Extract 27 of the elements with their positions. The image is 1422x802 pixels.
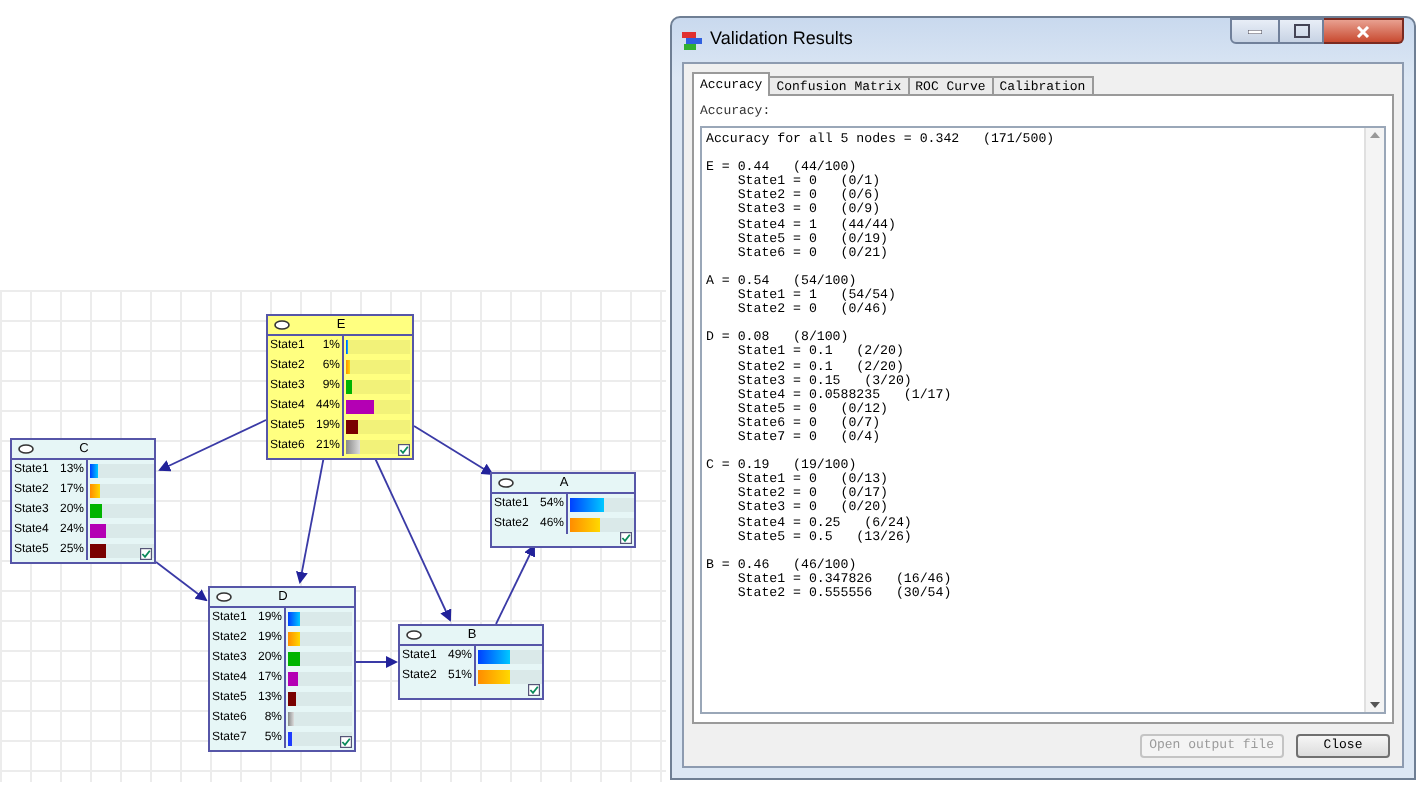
maximize-icon (1293, 24, 1309, 38)
minimize-icon (1248, 29, 1262, 33)
report-text-area[interactable] (700, 126, 1386, 714)
scroll-down-icon[interactable] (1370, 702, 1380, 708)
arrow (495, 544, 535, 625)
oval-icon (406, 630, 422, 640)
arrow (155, 561, 208, 602)
window-title: Validation Results (710, 26, 853, 53)
checkbox-icon[interactable] (340, 736, 352, 748)
oval-icon (498, 478, 514, 488)
close-button[interactable] (1324, 18, 1404, 44)
oval-icon (18, 444, 34, 454)
arrow (355, 656, 398, 668)
arrow (158, 419, 267, 472)
scroll-up-icon[interactable] (1370, 132, 1380, 138)
checkbox-icon[interactable] (620, 532, 632, 544)
oval-icon (216, 592, 232, 602)
close-icon (1356, 25, 1370, 37)
maximize-button[interactable] (1280, 18, 1324, 44)
app-icon (682, 31, 702, 49)
checkbox-icon[interactable] (140, 548, 152, 560)
oval-icon (274, 320, 290, 330)
checkbox-icon[interactable] (398, 444, 410, 456)
scrollbar[interactable] (1364, 128, 1384, 712)
arrow (296, 455, 325, 584)
checkbox-icon[interactable] (528, 684, 540, 696)
minimize-button[interactable] (1230, 18, 1280, 44)
